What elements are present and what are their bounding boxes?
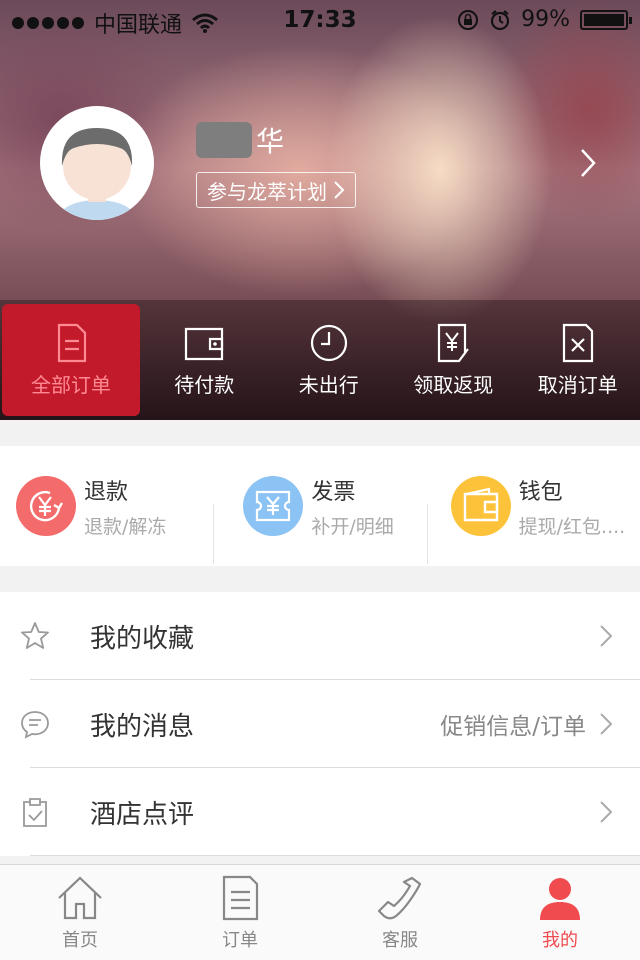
user-name: 华 xyxy=(196,120,284,160)
status-bar: 中国联通 17:33 99% xyxy=(0,0,640,40)
wallet-icon xyxy=(185,327,224,360)
tab-label: 客服 xyxy=(382,929,418,951)
profile-chevron-right-icon[interactable] xyxy=(574,148,604,178)
phone-icon xyxy=(377,876,422,919)
service-refund[interactable]: 退款 退款/解冻 xyxy=(0,474,213,539)
profile-header: 中国联通 17:33 99% 华 参与龙萃计划 全部订单 待付款 未出行 领取返… xyxy=(0,0,640,420)
tab-label: 订单 xyxy=(222,929,258,951)
order-tab-cancelled[interactable]: 取消订单 xyxy=(516,300,640,420)
cashback-icon xyxy=(438,323,470,362)
document-icon xyxy=(57,323,87,362)
order-tab-label: 领取返现 xyxy=(413,372,494,397)
chevron-right-icon xyxy=(600,625,613,647)
service-wallet[interactable]: 钱包 提现/红包.... xyxy=(426,474,640,564)
wallet-icon xyxy=(450,476,511,536)
tab-me[interactable]: 我的 xyxy=(480,865,640,960)
document-icon xyxy=(222,875,259,920)
service-subtitle: 补开/明细 xyxy=(311,515,394,538)
menu-item-messages[interactable]: 我的消息 促销信息/订单 xyxy=(0,680,640,768)
service-subtitle: 提现/红包.... xyxy=(518,515,626,538)
tab-customer-service[interactable]: 客服 xyxy=(320,865,480,960)
chevron-right-icon xyxy=(334,181,345,199)
menu-item-label: 我的消息 xyxy=(90,711,195,742)
tab-label: 首页 xyxy=(62,929,98,951)
order-tab-label: 待付款 xyxy=(174,372,235,397)
user-name-text: 华 xyxy=(256,125,285,158)
tab-orders[interactable]: 订单 xyxy=(160,865,320,960)
chevron-right-icon xyxy=(600,713,613,735)
order-tab-label: 取消订单 xyxy=(537,372,618,397)
service-title: 发票 xyxy=(311,479,356,505)
tab-label: 我的 xyxy=(542,929,578,951)
name-redaction xyxy=(196,122,252,158)
order-tab-label: 未出行 xyxy=(298,372,359,397)
order-tab-upcoming[interactable]: 未出行 xyxy=(267,300,392,420)
refund-icon xyxy=(16,476,76,536)
rotation-lock-icon xyxy=(458,9,479,30)
clipboard-check-icon xyxy=(23,798,47,827)
quick-services: 退款 退款/解冻 发票 补开/明细 钱包 提现/红包.... xyxy=(0,446,640,566)
star-icon xyxy=(21,622,49,649)
service-subtitle: 退款/解冻 xyxy=(84,515,167,538)
join-program-label: 参与龙萃计划 xyxy=(207,179,327,204)
bottom-tab-bar: 首页 订单 客服 我的 xyxy=(0,864,640,960)
join-program-link[interactable]: 参与龙萃计划 xyxy=(196,172,356,208)
order-tab-label: 全部订单 xyxy=(31,372,111,397)
order-status-bar: 全部订单 待付款 未出行 领取返现 取消订单 xyxy=(0,300,640,420)
alarm-icon xyxy=(490,9,510,30)
order-tab-pending-payment[interactable]: 待付款 xyxy=(142,300,267,420)
menu-item-extra: 促销信息/订单 xyxy=(440,714,586,740)
message-icon xyxy=(21,711,49,739)
cancel-document-icon xyxy=(562,323,593,362)
order-tab-all[interactable]: 全部订单 xyxy=(2,304,140,416)
clock-icon xyxy=(310,324,347,361)
service-invoice[interactable]: 发票 补开/明细 xyxy=(213,474,426,564)
user-icon xyxy=(540,877,580,920)
invoice-icon xyxy=(243,476,304,536)
menu-item-hotel-reviews[interactable]: 酒店点评 xyxy=(0,768,640,856)
tab-home[interactable]: 首页 xyxy=(0,865,160,960)
service-title: 退款 xyxy=(84,479,129,505)
order-tab-cashback[interactable]: 领取返现 xyxy=(391,300,516,420)
home-icon xyxy=(58,875,102,919)
menu-item-label: 我的收藏 xyxy=(90,623,195,654)
battery-icon xyxy=(580,9,632,30)
avatar[interactable] xyxy=(40,106,154,220)
default-avatar-icon xyxy=(59,128,135,220)
chevron-right-icon xyxy=(600,801,613,823)
menu-list: 我的收藏 我的消息 促销信息/订单 酒店点评 xyxy=(0,592,640,856)
battery-percent: 99% xyxy=(521,7,570,32)
menu-item-label: 酒店点评 xyxy=(90,799,195,830)
service-title: 钱包 xyxy=(518,479,563,505)
menu-item-favorites[interactable]: 我的收藏 xyxy=(0,592,640,680)
